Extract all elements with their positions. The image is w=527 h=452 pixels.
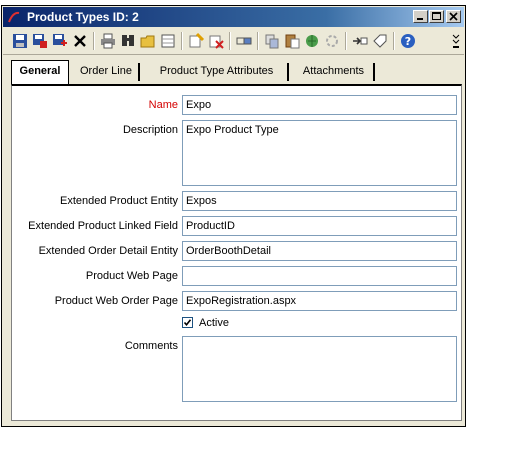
- export-icon: [353, 37, 368, 45]
- find-icon: [122, 35, 134, 46]
- app-icon: [8, 11, 20, 23]
- copy-button[interactable]: [263, 32, 281, 50]
- tab-label: General: [19, 65, 61, 77]
- copy-icon: [265, 34, 279, 49]
- toolbar-separator: [393, 32, 395, 50]
- link-icon: [236, 37, 252, 45]
- maximize-icon: [432, 12, 441, 20]
- tab-general[interactable]: General: [11, 60, 69, 84]
- description-field[interactable]: Expo Product Type: [182, 120, 457, 186]
- active-checkbox[interactable]: [182, 317, 193, 328]
- paste-button[interactable]: [283, 32, 301, 50]
- open-folder-icon: [140, 35, 155, 48]
- save-icon: [13, 34, 27, 48]
- minimize-button[interactable]: [413, 10, 428, 23]
- tab-order-line[interactable]: Order Line: [72, 61, 140, 82]
- maximize-button[interactable]: [429, 10, 444, 23]
- window-title: Product Types ID: 2: [27, 10, 139, 24]
- spinner-button[interactable]: [323, 32, 341, 50]
- export-button[interactable]: [351, 32, 369, 50]
- save-copy-button[interactable]: [31, 32, 49, 50]
- extended-order-detail-entity-field[interactable]: OrderBoothDetail: [182, 241, 457, 261]
- extended-order-detail-entity-label: Extended Order Detail Entity: [38, 245, 178, 257]
- product-web-page-label: Product Web Page: [85, 270, 178, 282]
- refresh-globe-icon: [306, 35, 318, 47]
- svg-text:?: ?: [405, 35, 411, 48]
- wizard-icon: [189, 32, 205, 48]
- extended-product-entity-label: Extended Product Entity: [59, 195, 178, 207]
- toolbar: ?: [3, 28, 464, 55]
- toolbar-separator: [257, 32, 259, 50]
- save-close-icon: [53, 34, 67, 46]
- help-icon: ?: [401, 34, 415, 48]
- print-button[interactable]: [99, 32, 117, 50]
- tab-label: Order Line: [80, 65, 132, 77]
- paste-icon: [285, 34, 300, 49]
- toolbar-separator: [93, 32, 95, 50]
- tab-label: Product Type Attributes: [159, 65, 274, 77]
- minimize-icon: [417, 18, 423, 20]
- product-web-order-page-field[interactable]: ExpoRegistration.aspx: [182, 291, 457, 311]
- link-button[interactable]: [235, 32, 253, 50]
- name-field[interactable]: Expo: [182, 95, 457, 115]
- comments-label: Comments: [124, 340, 178, 352]
- cancel-wizard-icon: [209, 35, 224, 49]
- grid-button[interactable]: [159, 32, 177, 50]
- extended-product-linked-field-label: Extended Product Linked Field: [28, 220, 178, 232]
- product-web-page-field[interactable]: [182, 266, 457, 286]
- tag-button[interactable]: [371, 32, 389, 50]
- cancel-wizard-button[interactable]: [207, 32, 225, 50]
- tab-strip: General Order Line Product Type Attribut…: [2, 60, 467, 85]
- grid-icon: [161, 34, 175, 48]
- close-icon: [449, 12, 458, 21]
- save-copy-icon: [33, 34, 47, 48]
- spinner-icon: [326, 35, 338, 47]
- name-label: Name: [148, 99, 178, 111]
- delete-icon: [74, 35, 86, 47]
- chevron-down-icon: [452, 34, 460, 48]
- checkmark-icon: [183, 319, 192, 327]
- description-label: Description: [122, 124, 178, 136]
- extended-product-linked-field-field[interactable]: ProductID: [182, 216, 457, 236]
- extended-product-entity-field[interactable]: Expos: [182, 191, 457, 211]
- toolbar-separator: [229, 32, 231, 50]
- save-button[interactable]: [11, 32, 29, 50]
- open-folder-button[interactable]: [139, 32, 157, 50]
- comments-field[interactable]: [182, 336, 457, 402]
- refresh-globe-button[interactable]: [303, 32, 321, 50]
- tag-icon: [373, 34, 387, 48]
- tab-label: Attachments: [302, 65, 365, 77]
- toolbar-separator: [181, 32, 183, 50]
- find-button[interactable]: [119, 32, 137, 50]
- product-web-order-page-label: Product Web Order Page: [54, 295, 178, 307]
- tab-product-type-attributes[interactable]: Product Type Attributes: [144, 61, 289, 82]
- help-button[interactable]: ?: [399, 32, 417, 50]
- print-icon: [101, 33, 115, 49]
- general-panel: Name Expo Description Expo Product Type …: [11, 84, 462, 421]
- toolbar-overflow-button[interactable]: [452, 32, 460, 50]
- title-bar[interactable]: Product Types ID: 2: [3, 7, 464, 27]
- active-label: Active: [199, 317, 229, 329]
- delete-button[interactable]: [71, 32, 89, 50]
- save-close-button[interactable]: [51, 32, 69, 50]
- close-button[interactable]: [446, 10, 461, 23]
- toolbar-separator: [345, 32, 347, 50]
- product-types-window: Product Types ID: 2 ? General Order Line…: [1, 5, 466, 427]
- tab-attachments[interactable]: Attachments: [292, 61, 375, 82]
- wizard-button[interactable]: [187, 32, 205, 50]
